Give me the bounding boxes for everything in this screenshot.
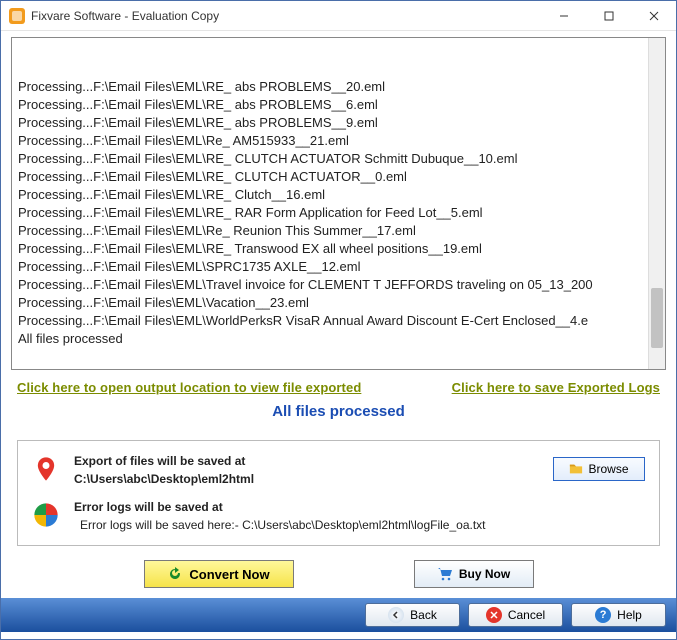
buy-now-button[interactable]: Buy Now [414, 560, 534, 588]
save-logs-link[interactable]: Click here to save Exported Logs [452, 380, 660, 395]
convert-now-button[interactable]: Convert Now [144, 560, 294, 588]
titlebar: Fixvare Software - Evaluation Copy [1, 1, 676, 31]
cancel-button[interactable]: Cancel [468, 603, 563, 627]
cancel-label: Cancel [508, 608, 545, 622]
back-arrow-icon [388, 607, 404, 623]
open-output-link[interactable]: Click here to open output location to vi… [17, 380, 361, 395]
cart-icon [437, 566, 453, 582]
minimize-button[interactable] [541, 1, 586, 30]
help-label: Help [617, 608, 642, 622]
settings-panel: Export of files will be saved at C:\User… [17, 440, 660, 546]
back-button[interactable]: Back [365, 603, 460, 627]
help-question-icon: ? [595, 607, 611, 623]
export-path-header: Export of files will be saved at [74, 453, 553, 469]
scrollbar[interactable] [648, 38, 665, 369]
location-pin-icon [32, 455, 60, 483]
cancel-x-icon [486, 607, 502, 623]
export-path-value: C:\Users\abc\Desktop\eml2html [74, 471, 553, 487]
browse-button[interactable]: Browse [553, 457, 645, 481]
close-button[interactable] [631, 1, 676, 30]
convert-now-label: Convert Now [189, 567, 269, 582]
folder-icon [569, 462, 583, 476]
window-title: Fixvare Software - Evaluation Copy [31, 9, 541, 23]
back-label: Back [410, 608, 437, 622]
buy-now-label: Buy Now [459, 567, 510, 581]
help-button[interactable]: ? Help [571, 603, 666, 627]
pie-chart-icon [32, 501, 60, 529]
footer-bar: Back Cancel ? Help [1, 598, 676, 632]
scrollbar-thumb[interactable] [651, 288, 663, 348]
log-textarea[interactable]: Processing...F:\Email Files\EML\RE_ abs … [11, 37, 666, 370]
errorlog-path: Error logs will be saved here:- C:\Users… [74, 517, 645, 533]
errorlog-header: Error logs will be saved at [74, 499, 645, 515]
browse-button-label: Browse [588, 462, 628, 476]
app-icon [9, 8, 25, 24]
maximize-button[interactable] [586, 1, 631, 30]
refresh-icon [167, 566, 183, 582]
status-label: All files processed [11, 399, 666, 428]
